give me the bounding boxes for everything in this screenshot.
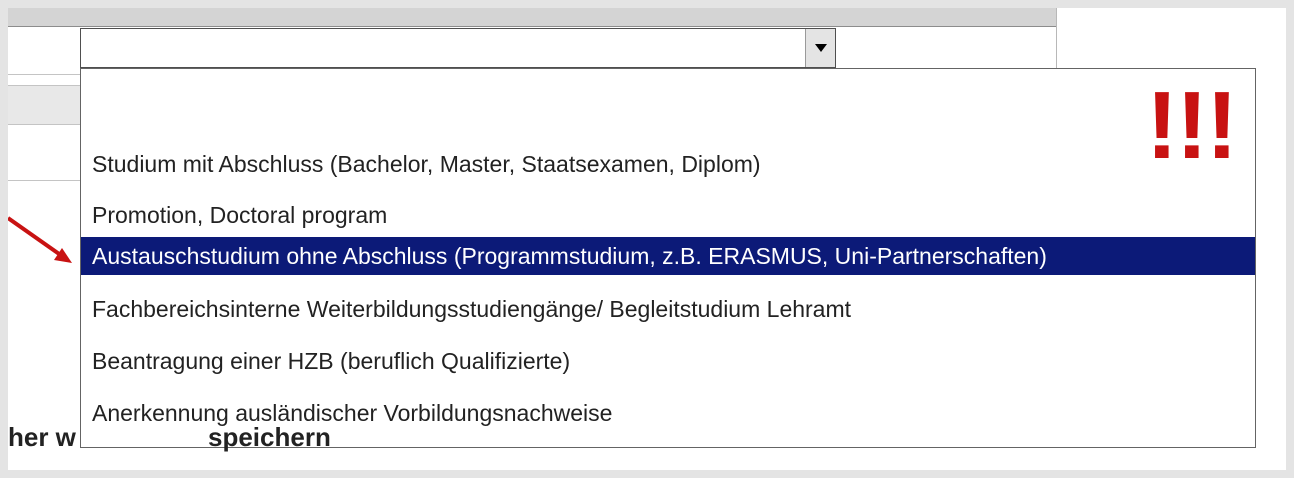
- chevron-down-icon: [815, 44, 827, 52]
- instruction-text-end: speichern: [208, 422, 331, 452]
- study-type-select[interactable]: [80, 28, 836, 68]
- arrow-shaft: [8, 216, 64, 258]
- exclamation-annotation: !!!: [1146, 72, 1238, 179]
- dropdown-option-studium[interactable]: Studium mit Abschluss (Bachelor, Master,…: [81, 145, 1255, 183]
- red-arrow-annotation: [8, 216, 72, 263]
- dropdown-option-austauschstudium[interactable]: Austauschstudium ohne Abschluss (Program…: [81, 237, 1255, 275]
- table-header-bar: [8, 8, 1056, 27]
- dropdown-option-empty[interactable]: [81, 107, 1255, 145]
- dropdown-arrow-button[interactable]: [805, 29, 835, 67]
- dropdown-list: Studium mit Abschluss (Bachelor, Master,…: [80, 68, 1256, 448]
- instruction-text-start: her w: [8, 422, 76, 452]
- page: Studium mit Abschluss (Bachelor, Master,…: [8, 8, 1286, 470]
- dropdown-option-hzb[interactable]: Beantragung einer HZB (beruflich Qualifi…: [81, 342, 1255, 380]
- dropdown-option-weiterbildung[interactable]: Fachbereichsinterne Weiterbildungsstudie…: [81, 290, 1255, 328]
- dropdown-option-promotion[interactable]: Promotion, Doctoral program: [81, 196, 1255, 234]
